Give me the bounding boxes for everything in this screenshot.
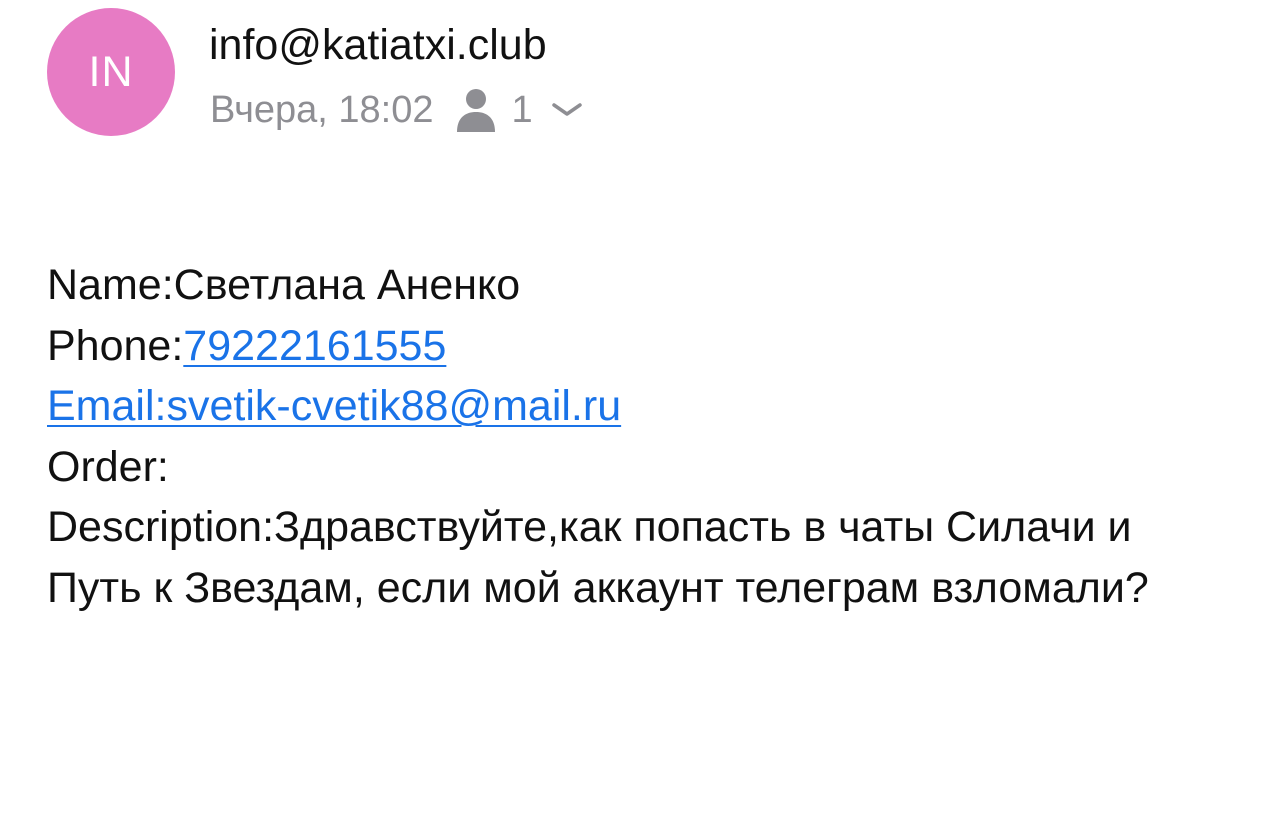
phone-label: Phone:: [47, 321, 184, 370]
message-date: Вчера, 18:02: [210, 88, 434, 131]
email-line: Email:svetik-cvetik88@mail.ru: [47, 376, 1237, 437]
name-line: Name:Светлана Аненко: [47, 255, 1237, 316]
email-link[interactable]: Email:svetik-cvetik88@mail.ru: [47, 382, 621, 430]
description-line: Description:Здравствуйте,как попасть в ч…: [47, 497, 1237, 618]
recipients-count: 1: [511, 88, 533, 131]
order-line: Order:: [47, 437, 1237, 498]
sender-address[interactable]: info@katiatxi.club: [209, 19, 547, 71]
sender-avatar[interactable]: IN: [47, 8, 175, 136]
name-value: Светлана Аненко: [173, 261, 521, 309]
description-label: Description:: [47, 503, 275, 551]
message-meta: Вчера, 18:02 1: [210, 84, 583, 136]
phone-link[interactable]: 79222161555: [183, 322, 446, 370]
chevron-down-icon[interactable]: [551, 100, 583, 120]
order-label: Order:: [47, 442, 169, 491]
phone-line: Phone:79222161555: [47, 316, 1237, 377]
avatar-initials: IN: [88, 47, 134, 96]
name-label: Name:: [47, 261, 174, 309]
person-icon: [456, 88, 496, 132]
message-body: Name:Светлана Аненко Phone:79222161555 E…: [47, 255, 1237, 618]
